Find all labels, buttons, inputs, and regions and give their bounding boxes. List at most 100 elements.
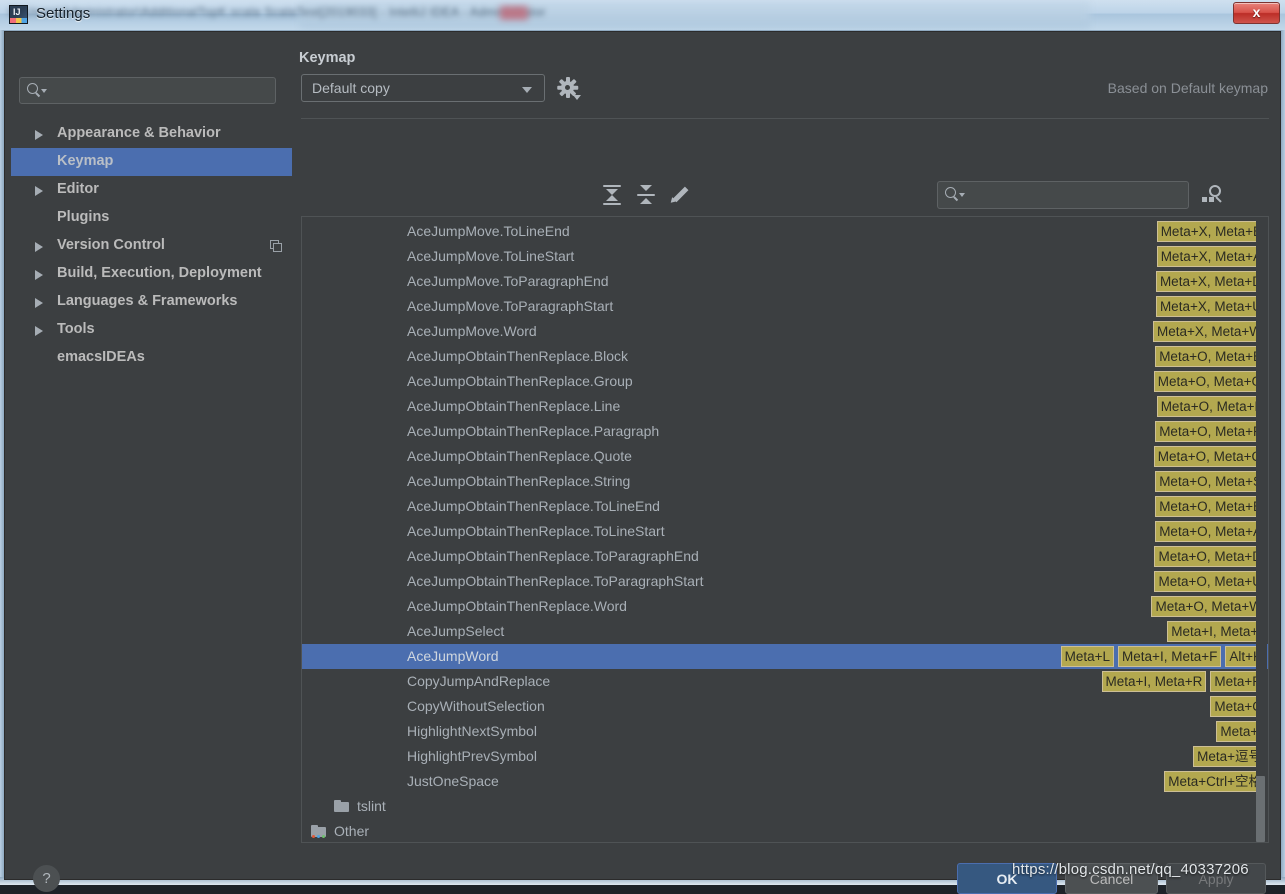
shortcut-badge-group: Meta+O, Meta+L (1156, 396, 1266, 417)
gear-icon[interactable] (557, 77, 581, 100)
keymap-action-row[interactable]: AceJumpWord Meta+L Meta+I, Meta+F Alt+K (302, 644, 1268, 669)
shortcut-badge[interactable]: Meta+I, Meta+F (1118, 646, 1222, 667)
expand-triangle-icon[interactable] (35, 298, 43, 308)
keymap-action-row[interactable]: AceJumpMove.ToParagraphStart Meta+X, Meta… (302, 294, 1268, 319)
sidebar-item-plugins[interactable]: Plugins (11, 204, 292, 232)
shortcut-badge[interactable]: Meta+X, Meta+U (1155, 296, 1266, 317)
close-icon[interactable]: x (1233, 2, 1280, 24)
keymap-action-row[interactable]: JustOneSpace Meta+Ctrl+空格 (302, 769, 1268, 794)
keymap-action-list[interactable]: AceJumpMove.ToLineEnd Meta+X, Meta+E AceJu… (301, 216, 1269, 843)
expand-triangle-icon[interactable] (35, 242, 43, 252)
find-by-shortcut-icon[interactable] (1202, 184, 1224, 206)
collapse-all-mid-bar (637, 194, 655, 196)
keymap-action-row[interactable]: AceJumpObtainThenReplace.Quote Meta+O, Me… (302, 444, 1268, 469)
shortcut-badge[interactable]: Meta+X, Meta+A (1156, 246, 1266, 267)
keymap-action-row[interactable]: CopyWithoutSelection Meta+C (302, 694, 1268, 719)
expand-all-icon[interactable] (602, 185, 622, 205)
sidebar-item-keymap[interactable]: Keymap (11, 148, 292, 176)
keymap-action-row[interactable]: AceJumpObtainThenReplace.Line Meta+O, Met… (302, 394, 1268, 419)
find-shortcut-handle (1215, 196, 1222, 203)
sidebar-item-editor[interactable]: Editor (11, 176, 292, 204)
keymap-action-row[interactable]: AceJumpMove.ToLineStart Meta+X, Meta+A (302, 244, 1268, 269)
sidebar-item-label: emacsIDEAs (57, 349, 145, 365)
expand-triangle-icon[interactable] (35, 130, 43, 140)
shortcut-badge[interactable]: Meta+O, Meta+A (1155, 521, 1266, 542)
sidebar-item-label: Version Control (57, 237, 165, 253)
shortcut-badge[interactable]: Meta+O, Meta+B (1155, 346, 1266, 367)
keymap-group-row[interactable]: tslint (302, 794, 1268, 819)
chevron-down-icon (573, 95, 581, 100)
help-button[interactable]: ? (33, 865, 60, 892)
keymap-action-row[interactable]: AceJumpSelect Meta+I, Meta+I (302, 619, 1268, 644)
keymap-action-row[interactable]: AceJumpObtainThenReplace.ToParagraphEnd M… (302, 544, 1268, 569)
intellij-idea-icon: IJ (9, 5, 28, 24)
chevron-down-icon (41, 89, 47, 93)
list-scrollbar-thumb[interactable] (1256, 776, 1265, 842)
keymap-action-name: AceJumpMove.ToParagraphEnd (407, 273, 609, 289)
shortcut-badge[interactable]: Meta+L (1060, 646, 1115, 667)
shortcut-badge-group: Meta+O, Meta+U (1154, 571, 1266, 592)
expand-triangle-icon[interactable] (35, 270, 43, 280)
find-shortcut-key (1202, 197, 1207, 202)
collapse-all-icon[interactable] (636, 185, 656, 205)
keymap-search-input[interactable] (937, 181, 1189, 209)
keymap-action-name: Other (334, 823, 370, 839)
sidebar-item-languages-frameworks[interactable]: Languages & Frameworks (11, 288, 292, 316)
expand-triangle-icon[interactable] (35, 326, 43, 336)
sidebar-item-build-execution-deployment[interactable]: Build, Execution, Deployment (11, 260, 292, 288)
shortcut-badge[interactable]: Meta+O, Meta+Q (1153, 446, 1266, 467)
keymap-action-row[interactable]: HighlightNextSymbol Meta+. (302, 719, 1268, 744)
keymap-action-row[interactable]: AceJumpMove.ToParagraphEnd Meta+X, Meta+D (302, 269, 1268, 294)
keymap-action-row[interactable]: AceJumpObtainThenReplace.Word Meta+O, Met… (302, 594, 1268, 619)
shortcut-badge[interactable]: Meta+X, Meta+D (1155, 271, 1266, 292)
shortcut-badge[interactable]: Meta+O, Meta+G (1153, 371, 1266, 392)
keymap-select[interactable]: Default copy (301, 74, 545, 102)
shortcut-badge[interactable]: Meta+Ctrl+空格 (1164, 771, 1266, 792)
shortcut-badge[interactable]: Meta+O, Meta+W (1151, 596, 1266, 617)
sidebar-item-appearance-behavior[interactable]: Appearance & Behavior (11, 120, 292, 148)
keymap-action-row[interactable]: AceJumpObtainThenReplace.ToLineEnd Meta+O… (302, 494, 1268, 519)
keymap-action-name: AceJumpObtainThenReplace.ToLineStart (407, 523, 665, 539)
keymap-action-row[interactable]: AceJumpMove.ToLineEnd Meta+X, Meta+E (302, 219, 1268, 244)
keymap-action-row[interactable]: AceJumpObtainThenReplace.Group Meta+O, Me… (302, 369, 1268, 394)
keymap-action-name: AceJumpObtainThenReplace.Group (407, 373, 633, 389)
keymap-action-row[interactable]: CopyJumpAndReplace Meta+I, Meta+R Meta+R (302, 669, 1268, 694)
keymap-group-row[interactable]: Other (302, 819, 1268, 842)
shortcut-badge-group: Meta+O, Meta+W (1151, 596, 1266, 617)
keymap-action-name: AceJumpObtainThenReplace.ToParagraphEnd (407, 548, 699, 564)
keymap-action-name: AceJumpMove.ToLineEnd (407, 223, 570, 239)
sidebar-item-emacsideas[interactable]: emacsIDEAs (11, 344, 292, 372)
keymap-action-row[interactable]: HighlightPrevSymbol Meta+逗号 (302, 744, 1268, 769)
edit-shortcut-icon[interactable] (668, 185, 689, 205)
shortcut-badge[interactable]: Meta+O, Meta+U (1154, 571, 1266, 592)
sidebar-search-input[interactable] (19, 77, 276, 104)
keymap-action-name: AceJumpObtainThenReplace.Paragraph (407, 423, 660, 439)
keymap-panel: Keymap Default copy Based on Default key… (294, 38, 1276, 843)
keymap-action-row[interactable]: AceJumpObtainThenReplace.ToLineStart Meta… (302, 519, 1268, 544)
keymap-action-row[interactable]: AceJumpObtainThenReplace.Paragraph Meta+O… (302, 419, 1268, 444)
expand-all-top-bar (603, 185, 621, 187)
shortcut-badge[interactable]: Meta+O, Meta+D (1154, 546, 1266, 567)
collapse-all-arrow-up (640, 198, 652, 204)
shortcut-badge[interactable]: Meta+O, Meta+E (1155, 496, 1266, 517)
keymap-action-row[interactable]: AceJumpMove.Word Meta+X, Meta+W (302, 319, 1268, 344)
shortcut-badge[interactable]: Meta+O, Meta+P (1155, 421, 1266, 442)
sidebar-item-tools[interactable]: Tools (11, 316, 292, 344)
shortcut-badge[interactable]: Meta+O, Meta+S (1155, 471, 1266, 492)
settings-dialog: Appearance & Behavior Keymap Editor Plugins… (4, 31, 1281, 894)
shortcut-badge-group: Meta+I, Meta+I (1167, 621, 1266, 642)
shortcut-badge[interactable]: Meta+X, Meta+E (1156, 221, 1266, 242)
sidebar-item-version-control[interactable]: Version Control (11, 232, 292, 260)
shortcut-badge[interactable]: Meta+X, Meta+W (1152, 321, 1266, 342)
based-on-label: Based on Default keymap (1107, 80, 1268, 96)
keymap-action-row[interactable]: AceJumpObtainThenReplace.String Meta+O, M… (302, 469, 1268, 494)
expand-triangle-icon[interactable] (35, 186, 43, 196)
search-icon (27, 83, 38, 94)
keymap-action-name: AceJumpObtainThenReplace.ToLineEnd (407, 498, 660, 514)
list-scrollbar[interactable] (1256, 218, 1267, 842)
shortcut-badge[interactable]: Meta+I, Meta+R (1101, 671, 1207, 692)
shortcut-badge[interactable]: Meta+O, Meta+L (1156, 396, 1266, 417)
shortcut-badge[interactable]: Meta+I, Meta+I (1167, 621, 1266, 642)
keymap-action-row[interactable]: AceJumpObtainThenReplace.ToParagraphStar… (302, 569, 1268, 594)
keymap-action-row[interactable]: AceJumpObtainThenReplace.Block Meta+O, Me… (302, 344, 1268, 369)
